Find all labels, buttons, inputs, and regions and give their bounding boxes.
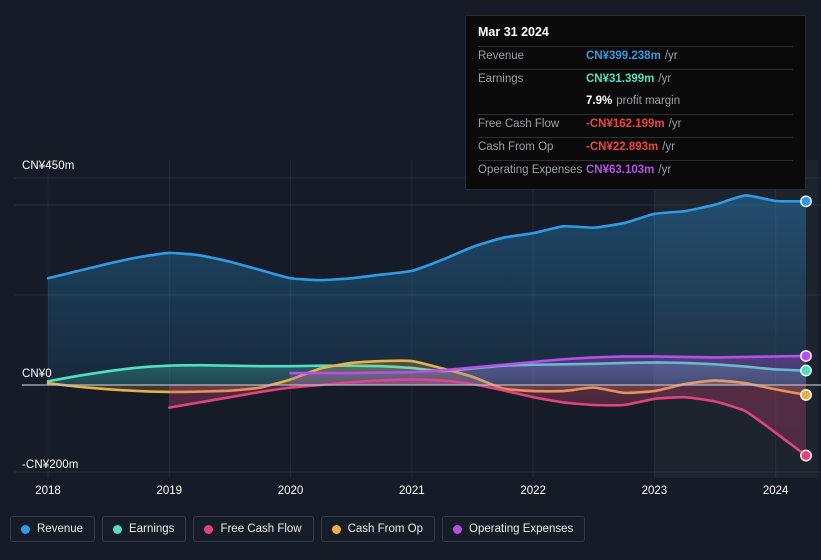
legend-item-revenue[interactable]: Revenue	[10, 516, 96, 542]
legend-color-dot-operating-expenses	[453, 524, 463, 534]
y-axis-tick-1: CN¥0	[22, 368, 52, 380]
legend-color-dot-earnings	[113, 524, 123, 534]
data-tooltip: Mar 31 2024 Revenue CN¥399.238m/yr Earning…	[465, 15, 806, 190]
endpoint-marker-operating-expenses[interactable]	[800, 350, 812, 362]
tooltip-row-earnings: Earnings CN¥31.399m/yr	[478, 69, 793, 92]
tooltip-row-value: 7.9%	[586, 95, 613, 107]
tooltip-row-label: Operating Expenses	[478, 164, 583, 176]
y-axis-tick-2: -CN¥200m	[22, 459, 79, 471]
legend-label: Operating Expenses	[469, 523, 574, 535]
legend-item-free-cash-flow[interactable]: Free Cash Flow	[193, 516, 314, 542]
tooltip-row-value: -CN¥22.893m	[586, 141, 659, 153]
tooltip-row-value-wrap: CN¥399.238m/yr	[586, 50, 678, 62]
tooltip-row-value-wrap: CN¥31.399m/yr	[586, 73, 671, 85]
x-axis-tick-2018: 2018	[35, 485, 61, 497]
legend-item-earnings[interactable]: Earnings	[102, 516, 187, 542]
x-axis-tick-2023: 2023	[641, 485, 668, 497]
endpoint-marker-revenue[interactable]	[800, 195, 812, 208]
tooltip-row-label: Cash From Op	[478, 141, 554, 153]
legend-label: Free Cash Flow	[220, 523, 302, 535]
x-axis-tick-2019: 2019	[156, 485, 183, 497]
tooltip-row-unit: /yr	[658, 73, 672, 85]
legend-item-operating-expenses[interactable]: Operating Expenses	[442, 516, 586, 542]
tooltip-row-value: CN¥399.238m	[586, 50, 661, 62]
tooltip-row-free-cash-flow: Free Cash Flow -CN¥162.199m/yr	[478, 114, 793, 137]
x-axis-tick-2024: 2024	[762, 485, 789, 497]
x-axis-tick-2022: 2022	[520, 485, 546, 497]
tooltip-row-value: CN¥31.399m	[586, 73, 655, 85]
tooltip-row-profit-margin: 7.9% profit margin	[478, 92, 793, 114]
legend-item-cash-from-op[interactable]: Cash From Op	[320, 516, 436, 542]
tooltip-row-value-wrap: CN¥63.103m/yr	[586, 164, 671, 176]
tooltip-row-revenue: Revenue CN¥399.238m/yr	[478, 46, 793, 69]
tooltip-row-label: Revenue	[478, 50, 525, 62]
tooltip-row-value-wrap: 7.9% profit margin	[586, 95, 680, 107]
legend-label: Cash From Op	[347, 523, 424, 535]
tooltip-row-label: Free Cash Flow	[478, 118, 560, 130]
legend-label: Revenue	[37, 523, 84, 535]
x-axis-tick-2020: 2020	[277, 485, 304, 497]
tooltip-row-unit: /yr	[662, 141, 676, 153]
tooltip-row-unit: /yr	[658, 164, 672, 176]
tooltip-row-cash-from-op: Cash From Op -CN¥22.893m/yr	[478, 137, 793, 160]
financial-chart-page: CN¥450m CN¥0 -CN¥200m 2018 2019 2020 2021 2022…	[0, 0, 821, 560]
tooltip-title: Mar 31 2024	[478, 25, 549, 39]
x-axis-tick-2021: 2021	[399, 485, 425, 497]
legend-label: Earnings	[129, 523, 175, 535]
tooltip-row-unit: /yr	[664, 50, 678, 62]
tooltip-rows: Revenue CN¥399.238m/yr Earnings CN¥31.399m /…	[478, 46, 793, 183]
endpoint-marker-earnings[interactable]	[800, 364, 812, 377]
tooltip-row-unit: /yr	[668, 118, 682, 130]
endpoint-marker-cash-from-op[interactable]	[800, 389, 812, 401]
tooltip-row-label: Earnings	[478, 73, 524, 85]
legend-color-dot-free-cash-flow	[204, 524, 214, 534]
tooltip-row-unit: profit margin	[616, 95, 681, 107]
tooltip-row-operating-expenses: Operating Expenses CN¥63.103m/yr	[478, 160, 793, 183]
y-axis-tick-0: CN¥450m	[22, 160, 75, 172]
tooltip-row-value: CN¥63.103m	[586, 164, 655, 176]
tooltip-row-value: -CN¥162.199m	[586, 118, 665, 130]
tooltip-row-value-wrap: -CN¥162.199m/yr	[586, 118, 681, 130]
endpoint-marker-free-cash-flow[interactable]	[800, 449, 812, 462]
tooltip-row-value-wrap: -CN¥22.893m/yr	[586, 141, 675, 153]
chart-legend[interactable]: Revenue Earnings Free Cash Flow Cash From O…	[10, 516, 586, 542]
legend-color-dot-cash-from-op	[331, 524, 341, 534]
legend-color-dot-revenue	[21, 524, 30, 534]
